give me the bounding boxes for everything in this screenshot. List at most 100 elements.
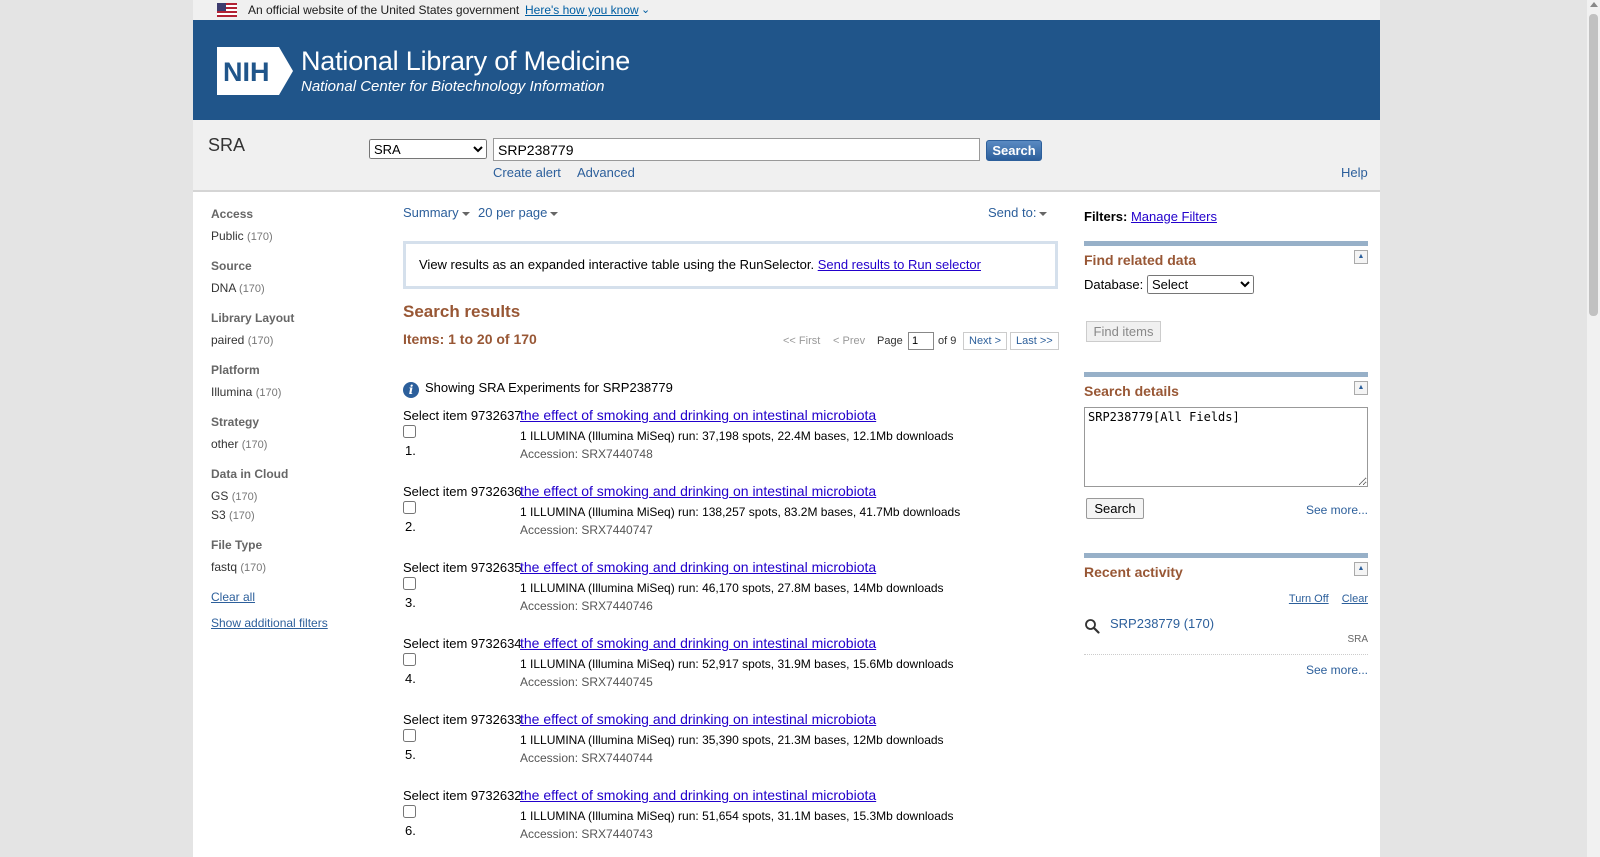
clear-link[interactable]: Clear: [1342, 593, 1368, 605]
result-title-link[interactable]: the effect of smoking and drinking on in…: [520, 635, 876, 651]
page: An official website of the United States…: [193, 0, 1380, 857]
facet-item-illumina[interactable]: Illumina (170): [211, 383, 381, 402]
facet-item-public[interactable]: Public (170): [211, 227, 381, 246]
result-accession: Accession: SRX7440748: [520, 447, 653, 461]
nlm-header: NIH National Library of Medicine Nationa…: [193, 20, 1380, 120]
show-additional-filters-link[interactable]: Show additional filters: [211, 616, 381, 630]
facet-item-dna[interactable]: DNA (170): [211, 279, 381, 298]
create-alert-link[interactable]: Create alert: [493, 165, 561, 180]
select-item-label: Select item 9732634: [403, 636, 522, 651]
result-title-link[interactable]: the effect of smoking and drinking on in…: [520, 787, 876, 803]
select-item-label: Select item 9732633: [403, 712, 522, 727]
related-database-select[interactable]: Select: [1147, 275, 1254, 294]
search-details-textarea[interactable]: SRP238779[All Fields]: [1084, 407, 1368, 487]
first-page-link: << First: [783, 335, 821, 347]
send-to-run-selector-link[interactable]: Send results to Run selector: [818, 257, 981, 272]
search-input[interactable]: [493, 138, 980, 161]
collapse-toggle-icon[interactable]: ▲: [1354, 562, 1368, 576]
facet-item-gs[interactable]: GS (170): [211, 487, 381, 506]
recent-activity-db: SRA: [1347, 634, 1368, 645]
vertical-scrollbar[interactable]: [1587, 0, 1600, 857]
nlm-title[interactable]: National Library of Medicine: [301, 46, 630, 77]
result-description: 1 ILLUMINA (Illumina MiSeq) run: 35,390 …: [520, 733, 944, 747]
results-toolbar: Summary 20 per page Send to:: [403, 200, 1058, 228]
find-related-data-portlet: Find related data ▲ Database: Select Fin…: [1084, 241, 1368, 361]
heres-how-you-know-link[interactable]: Here's how you know: [525, 0, 639, 20]
search-icon: [1085, 619, 1100, 634]
result-number: 4.: [405, 671, 416, 686]
prev-page-link: < Prev: [833, 335, 866, 347]
result-accession: Accession: SRX7440744: [520, 751, 653, 765]
page-of-label: of 9: [938, 335, 957, 347]
pager: << First < Prev Page of 9 Next > Last >>: [783, 332, 1063, 352]
collapse-toggle-icon[interactable]: ▲: [1354, 381, 1368, 395]
result-description: 1 ILLUMINA (Illumina MiSeq) run: 37,198 …: [520, 429, 954, 443]
facet-item-s3[interactable]: S3 (170): [211, 506, 381, 525]
scroll-up-arrow-icon[interactable]: [1590, 2, 1598, 7]
result-description: 1 ILLUMINA (Illumina MiSeq) run: 51,654 …: [520, 809, 954, 823]
result-accession: Accession: SRX7440743: [520, 827, 653, 841]
facet-item-paired[interactable]: paired (170): [211, 331, 381, 350]
nih-logo-icon[interactable]: NIH: [217, 47, 293, 95]
info-icon: i: [403, 382, 419, 398]
ncbi-subtitle[interactable]: National Center for Biotechnology Inform…: [301, 78, 605, 95]
summary-dropdown[interactable]: Summary: [403, 205, 470, 220]
search-details-portlet: Search details ▲ SRP238779[All Fields] S…: [1084, 372, 1368, 537]
search-results-title: Search results: [403, 302, 521, 321]
page-number-input[interactable]: [908, 332, 934, 350]
result-title-link[interactable]: the effect of smoking and drinking on in…: [520, 407, 876, 423]
see-more-link[interactable]: See more...: [1306, 503, 1368, 517]
runselector-text: View results as an expanded interactive …: [419, 257, 815, 272]
recent-activity-text[interactable]: SRP238779 (170): [1110, 616, 1214, 631]
clear-all-link[interactable]: Clear all: [211, 590, 381, 604]
result-description: 1 ILLUMINA (Illumina MiSeq) run: 138,257…: [520, 505, 961, 519]
items-count: Items: 1 to 20 of 170: [403, 331, 537, 347]
select-item-checkbox[interactable]: [403, 577, 416, 590]
last-page-button[interactable]: Last >>: [1010, 332, 1059, 350]
chevron-down-icon[interactable]: ⌄: [641, 0, 650, 20]
results-list: Select item 9732637 1. the effect of smo…: [403, 407, 1058, 857]
runselector-box: View results as an expanded interactive …: [403, 241, 1058, 289]
help-link[interactable]: Help: [1341, 165, 1368, 180]
facet-group-platform: Platform Illumina (170): [211, 363, 381, 402]
search-details-button[interactable]: Search: [1086, 498, 1144, 519]
facet-group-data-in-cloud: Data in Cloud GS (170) S3 (170): [211, 467, 381, 525]
see-more-link[interactable]: See more...: [1306, 663, 1368, 677]
find-items-button[interactable]: Find items: [1086, 321, 1161, 342]
result-number: 5.: [405, 747, 416, 762]
select-item-checkbox[interactable]: [403, 501, 416, 514]
facet-group-access: Access Public (170): [211, 207, 381, 246]
select-item-checkbox[interactable]: [403, 805, 416, 818]
manage-filters-link[interactable]: Manage Filters: [1131, 209, 1217, 224]
result-title-link[interactable]: the effect of smoking and drinking on in…: [520, 711, 876, 727]
facet-item-fastq[interactable]: fastq (170): [211, 558, 381, 577]
advanced-search-link[interactable]: Advanced: [577, 165, 635, 180]
turn-off-link[interactable]: Turn Off: [1289, 593, 1329, 605]
portlet-title: Find related data: [1084, 252, 1197, 268]
scrollbar-thumb[interactable]: [1589, 14, 1598, 316]
select-item-checkbox[interactable]: [403, 653, 416, 666]
result-title-link[interactable]: the effect of smoking and drinking on in…: [520, 559, 876, 575]
select-item-label: Select item 9732635: [403, 560, 522, 575]
result-description: 1 ILLUMINA (Illumina MiSeq) run: 52,917 …: [520, 657, 954, 671]
database-name: SRA: [208, 135, 246, 155]
list-item: Select item 9732636 2. the effect of smo…: [403, 483, 1058, 559]
send-to-dropdown[interactable]: Send to:: [988, 205, 1048, 220]
gov-banner: An official website of the United States…: [193, 0, 1380, 20]
recent-activity-item[interactable]: SRP238779 (170) SRA: [1084, 615, 1368, 655]
showing-text: Showing SRA Experiments for SRP238779: [425, 380, 673, 395]
search-bar: SRA SRA Search Create alert Advanced Hel…: [193, 120, 1380, 192]
collapse-toggle-icon[interactable]: ▲: [1354, 250, 1368, 264]
facet-sidebar: Access Public (170) Source DNA (170) Lib…: [211, 207, 381, 630]
showing-message: i Showing SRA Experiments for SRP238779: [403, 380, 673, 398]
result-title-link[interactable]: the effect of smoking and drinking on in…: [520, 483, 876, 499]
per-page-dropdown[interactable]: 20 per page: [478, 205, 559, 220]
facet-item-other[interactable]: other (170): [211, 435, 381, 454]
select-item-checkbox[interactable]: [403, 729, 416, 742]
results-column: Summary 20 per page Send to: View result…: [403, 200, 1059, 841]
search-button[interactable]: Search: [986, 140, 1042, 161]
next-page-button[interactable]: Next >: [963, 332, 1008, 350]
database-select[interactable]: SRA: [369, 139, 487, 159]
facet-heading: File Type: [211, 538, 263, 552]
select-item-checkbox[interactable]: [403, 425, 416, 438]
